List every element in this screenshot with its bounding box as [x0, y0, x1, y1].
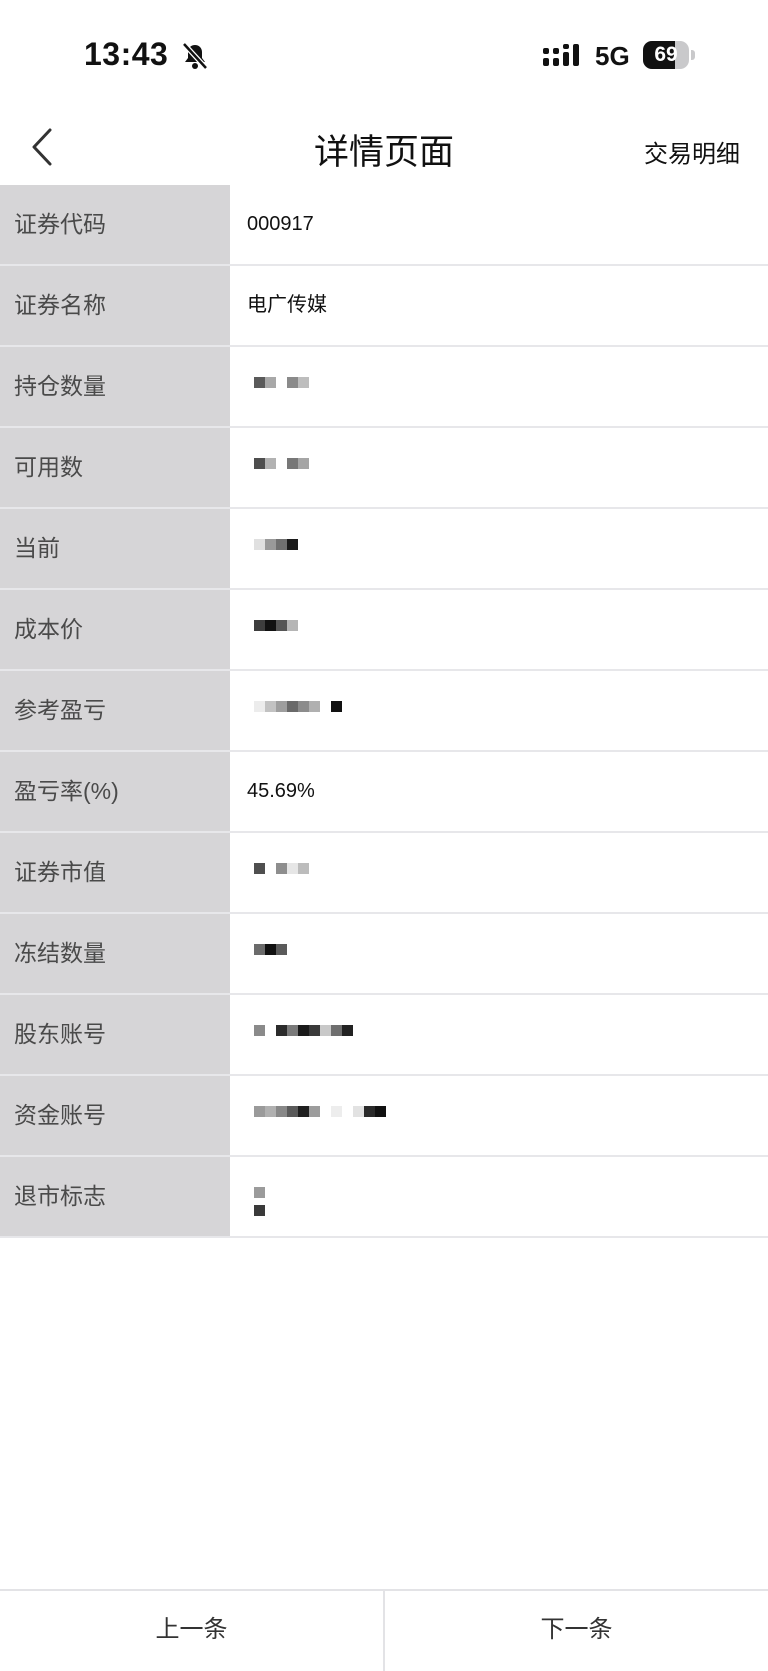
field-label: 证券市值 — [0, 833, 230, 912]
detail-row: 可用数 — [0, 428, 768, 509]
redacted-value — [254, 620, 298, 642]
redacted-value — [254, 377, 309, 399]
status-time: 13:43 — [84, 36, 169, 72]
field-label: 参考盈亏 — [0, 671, 230, 750]
back-button[interactable] — [24, 122, 64, 172]
battery-level: 69 — [654, 43, 678, 66]
previous-button[interactable]: 上一条 — [0, 1591, 383, 1671]
detail-row: 参考盈亏 — [0, 671, 768, 752]
detail-row: 证券代码 000917 — [0, 185, 768, 266]
field-label: 持仓数量 — [0, 347, 230, 426]
bell-slash-icon — [182, 42, 208, 70]
field-label: 当前 — [0, 509, 230, 588]
redacted-value — [254, 863, 309, 885]
redacted-value — [254, 458, 309, 480]
field-value: 电广传媒 — [247, 294, 327, 316]
field-label: 成本价 — [0, 590, 230, 669]
status-bar: 13:43 5G 69 — [0, 0, 768, 112]
detail-row: 资金账号 — [0, 1076, 768, 1157]
field-label: 证券代码 — [0, 185, 230, 264]
field-value: 000917 — [247, 213, 314, 235]
detail-row: 成本价 — [0, 590, 768, 671]
detail-table: 证券代码 000917 证券名称 电广传媒 持仓数量 可用数 当前 成本价 参考… — [0, 185, 768, 1238]
field-label: 盈亏率(%) — [0, 752, 230, 831]
field-label: 资金账号 — [0, 1076, 230, 1155]
field-value: 45.69% — [247, 780, 315, 802]
detail-row: 盈亏率(%) 45.69% — [0, 752, 768, 833]
redacted-value — [254, 539, 298, 561]
redacted-value — [254, 944, 287, 966]
battery-icon: 69 — [643, 41, 695, 69]
detail-row: 退市标志 — [0, 1157, 768, 1238]
redacted-value — [254, 701, 342, 723]
field-label: 冻结数量 — [0, 914, 230, 993]
nav-bar: 详情页面 交易明细 — [0, 112, 768, 185]
bottom-bar: 上一条 下一条 — [0, 1589, 768, 1671]
transaction-details-link[interactable]: 交易明细 — [644, 134, 740, 169]
detail-row: 持仓数量 — [0, 347, 768, 428]
field-label: 股东账号 — [0, 995, 230, 1074]
detail-row: 股东账号 — [0, 995, 768, 1076]
detail-row: 冻结数量 — [0, 914, 768, 995]
field-label: 可用数 — [0, 428, 230, 507]
field-label: 证券名称 — [0, 266, 230, 345]
signal-icon — [543, 44, 579, 66]
next-button[interactable]: 下一条 — [385, 1591, 768, 1671]
detail-row: 当前 — [0, 509, 768, 590]
redacted-value — [254, 1025, 353, 1047]
network-type: 5G — [595, 41, 630, 71]
field-label: 退市标志 — [0, 1157, 230, 1236]
detail-row: 证券市值 — [0, 833, 768, 914]
detail-row: 证券名称 电广传媒 — [0, 266, 768, 347]
redacted-value — [254, 1106, 386, 1128]
redacted-value — [254, 1187, 265, 1216]
